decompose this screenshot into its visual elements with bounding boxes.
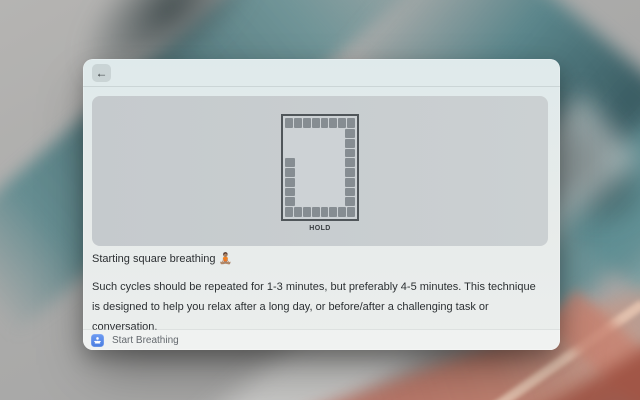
square-segment-right <box>345 168 355 177</box>
square-segment-left <box>285 178 295 187</box>
square-segment-left <box>285 129 295 138</box>
square-segment-right <box>345 158 355 167</box>
message-content: Starting square breathing 🧘🏽 Such cycles… <box>92 252 544 337</box>
square-segment-top <box>294 118 302 128</box>
square-segment-right <box>345 178 355 187</box>
message-heading: Starting square breathing 🧘🏽 <box>92 252 544 266</box>
square-segment-top <box>338 118 346 128</box>
square-segment-bottom <box>303 207 311 217</box>
window-header: ← <box>83 59 560 87</box>
square-segment-top <box>321 118 329 128</box>
square-segment-bottom <box>338 207 346 217</box>
breathing-app-icon <box>91 334 104 347</box>
phase-label: HOLD <box>92 225 548 232</box>
square-segment-right <box>345 188 355 197</box>
square-segment-right <box>345 197 355 206</box>
square-segment-top <box>347 118 355 128</box>
square-segment-bottom <box>321 207 329 217</box>
square-side-left <box>285 129 295 206</box>
square-segment-bottom <box>347 207 355 217</box>
square-segment-top <box>285 118 293 128</box>
square-segment-left <box>285 188 295 197</box>
square-segment-right <box>345 129 355 138</box>
square-segment-left <box>285 139 295 148</box>
desktop-wallpaper: ← HOLD Starting square breathing 🧘🏽 Such… <box>0 0 640 400</box>
square-segment-bottom <box>329 207 337 217</box>
message-body: Such cycles should be repeated for 1-3 m… <box>92 277 544 337</box>
breathing-square <box>281 114 359 221</box>
square-segment-left <box>285 168 295 177</box>
square-segment-top <box>329 118 337 128</box>
back-button[interactable]: ← <box>92 64 111 82</box>
square-segment-left <box>285 197 295 206</box>
square-segment-bottom <box>285 207 293 217</box>
square-segment-right <box>345 149 355 158</box>
square-side-right <box>345 129 355 206</box>
back-arrow-icon: ← <box>96 67 108 79</box>
square-side-top <box>285 118 355 128</box>
square-segment-top <box>312 118 320 128</box>
square-segment-right <box>345 139 355 148</box>
visualizer-panel: HOLD <box>92 96 548 246</box>
square-segment-bottom <box>294 207 302 217</box>
start-breathing-label: Start Breathing <box>112 335 179 346</box>
start-breathing-row[interactable]: Start Breathing <box>83 329 560 350</box>
square-segment-top <box>303 118 311 128</box>
square-segment-left <box>285 149 295 158</box>
square-side-bottom <box>285 207 355 217</box>
app-window: ← HOLD Starting square breathing 🧘🏽 Such… <box>83 59 560 350</box>
square-segment-bottom <box>312 207 320 217</box>
meditating-person-icon <box>93 336 102 345</box>
square-segment-left <box>285 158 295 167</box>
